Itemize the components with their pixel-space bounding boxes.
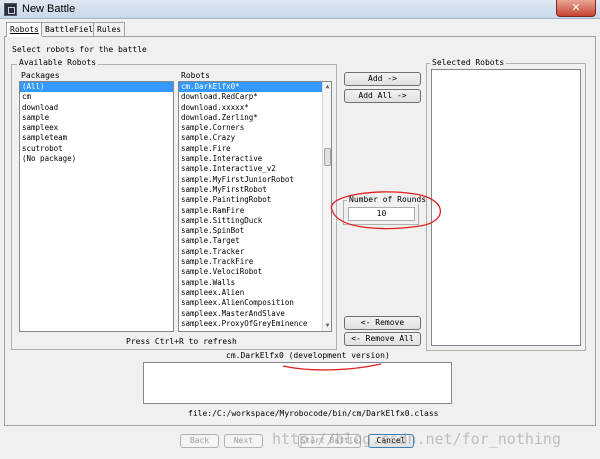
- version-underline: [282, 363, 382, 371]
- annotation-layer: [282, 191, 442, 371]
- rounds-highlight-circle: [330, 191, 442, 230]
